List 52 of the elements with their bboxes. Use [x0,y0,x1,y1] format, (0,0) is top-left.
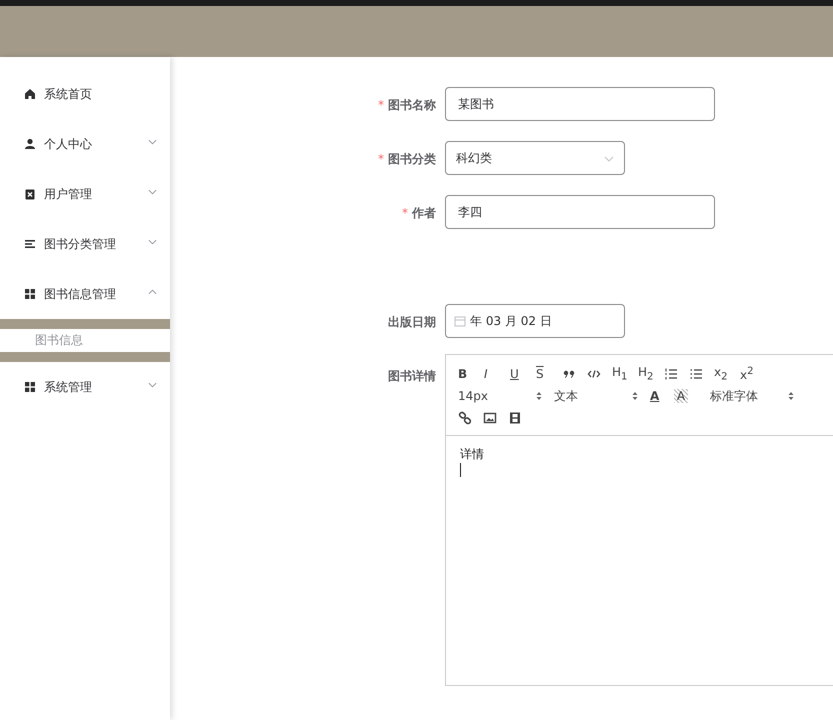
format-button[interactable]: H$_{1}$ [612,365,638,383]
link-icon[interactable] [458,411,472,425]
up-down-arrows-icon [632,391,638,401]
required-mark: * [402,206,408,220]
field-label: 图书详情 [388,369,436,383]
field-label: 图书名称 [388,98,436,112]
list-icon [24,238,36,250]
film-icon[interactable] [508,411,522,425]
format-button[interactable]: H$_{2}$ [638,365,664,383]
format-button[interactable]: B [458,367,484,381]
sidebar-item[interactable]: 系统首页 [0,69,170,119]
field-label: 图书分类 [388,152,436,166]
sidebar-item[interactable]: 系统管理 [0,362,170,412]
text-field[interactable]: 某图书 [445,87,715,121]
format-button[interactable]: S [536,367,562,381]
sidebar-item[interactable]: 图书信息管理 [0,269,170,319]
editor-content[interactable]: 详情 [446,436,833,487]
clipboard-icon [24,188,36,200]
sidebar-item[interactable]: 用户管理 [0,169,170,219]
ordered-list-icon[interactable] [664,367,678,381]
menu-label: 图书分类管理 [44,236,116,252]
user-icon [24,138,36,150]
field-label: 作者 [412,206,436,220]
bullet-list-icon[interactable] [689,367,703,381]
required-mark: * [378,152,384,166]
up-down-arrows-icon [788,391,794,401]
grid-icon [24,288,36,300]
up-down-arrows-icon [536,391,542,401]
sidebar-item[interactable]: 个人中心 [0,119,170,169]
format-button[interactable]: x$_{2}$ [714,365,740,383]
format-button[interactable]: x$^{2}$ [740,366,766,382]
text-color-button[interactable]: A [650,389,674,403]
text-field[interactable]: 李四 [445,195,715,229]
menu-label: 个人中心 [44,136,92,152]
select-field[interactable]: 科幻类 [445,141,625,175]
format-button[interactable]: I [484,367,510,381]
calendar-icon [454,315,466,327]
image-icon[interactable] [483,411,497,425]
date-field[interactable]: 年 03 月 02 日 [445,304,625,338]
format-button[interactable]: U [510,367,536,381]
required-mark: * [378,98,384,112]
grid-icon [24,381,36,393]
menu-label: 系统首页 [44,86,92,102]
menu-label: 系统管理 [44,378,92,396]
background-color-button[interactable]: A [674,389,688,403]
menu-label: 图书信息管理 [44,286,116,302]
chevron-icon [604,156,614,162]
field-label: 出版日期 [388,315,436,329]
menu-label: 用户管理 [44,186,92,202]
sidebar-item[interactable]: 图书分类管理 [0,219,170,269]
toolbar-select[interactable]: 标准字体 [706,388,806,404]
home-icon [24,88,36,100]
